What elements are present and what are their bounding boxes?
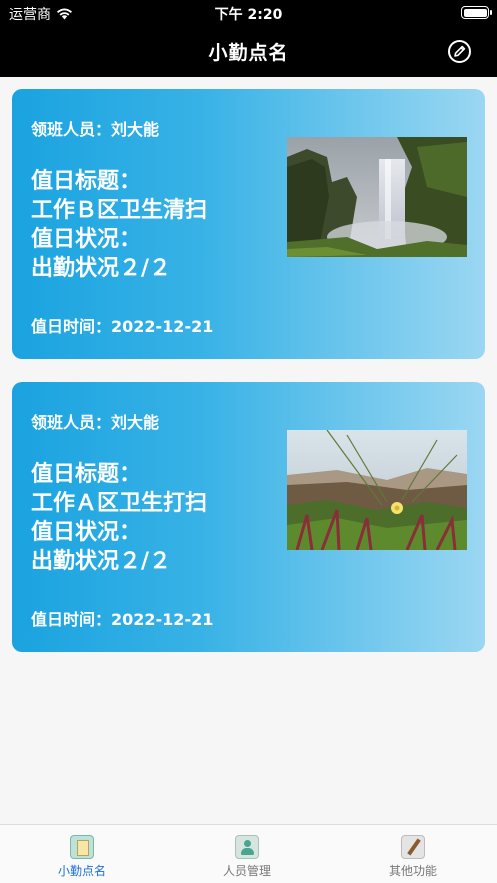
duty-title-label: 值日标题： bbox=[31, 169, 142, 194]
tab-label: 小勤点名 bbox=[57, 864, 106, 878]
status-bar: 运营商 下午 2:20 bbox=[0, 0, 497, 26]
tab-bar: 小勤点名 人员管理 其他功能 bbox=[0, 824, 497, 883]
status-time: 下午 2:20 bbox=[214, 7, 283, 23]
duty-title-value: 工作Ｂ区卫生清扫 bbox=[31, 198, 208, 223]
waterfall-photo bbox=[287, 137, 467, 257]
tab-other[interactable]: 其他功能 bbox=[368, 835, 458, 879]
tab-label: 人员管理 bbox=[222, 864, 271, 878]
duty-date: 值日时间：2022-12-21 bbox=[31, 610, 214, 629]
tab-people[interactable]: 人员管理 bbox=[202, 835, 292, 879]
tab-label: 其他功能 bbox=[388, 864, 437, 878]
edit-button[interactable] bbox=[448, 40, 471, 63]
person-icon bbox=[235, 835, 259, 859]
leader-text: 领班人员：刘大能 bbox=[31, 413, 160, 432]
battery-level bbox=[463, 8, 487, 17]
duty-status-value: 出勤状况２/２ bbox=[31, 549, 172, 574]
duty-status-label: 值日状况： bbox=[31, 227, 142, 252]
notebook-icon bbox=[70, 835, 94, 859]
battery-icon bbox=[461, 6, 492, 19]
duty-card[interactable]: 领班人员：刘大能 值日标题： 工作Ａ区卫生打扫 值日状况： 出勤状况２/２ 值日… bbox=[12, 382, 485, 652]
duty-date: 值日时间：2022-12-21 bbox=[31, 317, 214, 336]
top-bar: 运营商 下午 2:20 小勤点名 bbox=[0, 0, 497, 77]
tab-home[interactable]: 小勤点名 bbox=[37, 835, 127, 879]
duty-title-value: 工作Ａ区卫生打扫 bbox=[31, 491, 208, 516]
duty-status-value: 出勤状况２/２ bbox=[31, 256, 172, 281]
duty-card[interactable]: 领班人员：刘大能 值日标题： 工作Ｂ区卫生清扫 值日状况： 出勤状况２/２ 值日… bbox=[12, 89, 485, 359]
page-title: 小勤点名 bbox=[208, 42, 289, 64]
duty-details: 值日标题： 工作Ｂ区卫生清扫 值日状况： 出勤状况２/２ bbox=[31, 167, 207, 283]
app-screen: 运营商 下午 2:20 小勤点名 领班人员：刘大能 值日标题： 工作Ｂ区卫生清扫 bbox=[0, 0, 497, 883]
brush-icon bbox=[401, 835, 425, 859]
edit-icon bbox=[454, 45, 466, 57]
duty-title-label: 值日标题： bbox=[31, 462, 142, 487]
duty-status-label: 值日状况： bbox=[31, 520, 142, 545]
grass-flower-photo bbox=[287, 430, 467, 550]
duty-details: 值日标题： 工作Ａ区卫生打扫 值日状况： 出勤状况２/２ bbox=[31, 460, 207, 576]
leader-text: 领班人员：刘大能 bbox=[31, 120, 160, 139]
